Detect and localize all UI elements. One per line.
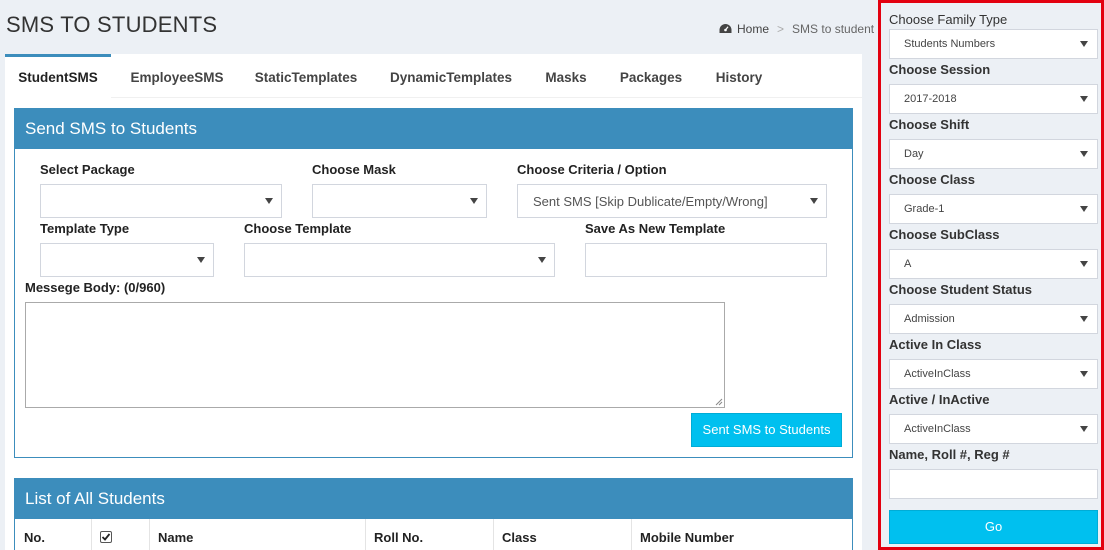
active-inactive-dropdown[interactable]: ActiveInClass — [889, 414, 1098, 444]
search-label: Name, Roll #, Reg # — [889, 447, 1010, 462]
active-inactive-label: Active / InActive — [889, 392, 990, 407]
page-title: SMS TO STUDENTS — [6, 12, 218, 37]
caret-down-icon — [265, 198, 273, 204]
template-type-label: Template Type — [40, 221, 130, 236]
breadcrumb: Home > SMS to student — [719, 22, 874, 36]
send-sms-panel-title: Send SMS to Students — [15, 109, 852, 149]
subclass-label: Choose SubClass — [889, 227, 1000, 242]
choose-criteria-label: Choose Criteria / Option — [517, 162, 667, 177]
caret-down-icon — [1080, 41, 1088, 47]
dashboard-icon — [719, 23, 732, 35]
caret-down-icon — [1080, 316, 1088, 322]
active-in-class-label: Active In Class — [889, 337, 982, 352]
checkbox-checked-icon — [100, 531, 112, 543]
caret-down-icon — [1080, 426, 1088, 432]
filter-sidebar: Choose Family Type Students Numbers Choo… — [878, 0, 1104, 550]
class-label: Choose Class — [889, 172, 975, 187]
caret-down-icon — [197, 257, 205, 263]
class-value: Grade-1 — [904, 203, 945, 215]
caret-down-icon — [1080, 371, 1088, 377]
column-header-mobile[interactable]: Mobile Number — [640, 530, 734, 545]
tab-packages[interactable]: Packages — [612, 54, 690, 98]
tab-employeesms[interactable]: EmployeeSMS — [122, 54, 232, 98]
select-package-dropdown[interactable] — [40, 184, 282, 218]
caret-down-icon — [1080, 261, 1088, 267]
active-inactive-value: ActiveInClass — [904, 423, 971, 435]
tab-bar: StudentSMS EmployeeSMS StaticTemplates D… — [5, 54, 862, 98]
column-header-class[interactable]: Class — [502, 530, 537, 545]
caret-down-icon — [1080, 206, 1088, 212]
choose-criteria-dropdown[interactable]: Sent SMS [Skip Dublicate/Empty/Wrong] — [517, 184, 827, 218]
active-in-class-dropdown[interactable]: ActiveInClass — [889, 359, 1098, 389]
caret-down-icon — [538, 257, 546, 263]
subclass-value: A — [904, 258, 912, 270]
caret-down-icon — [1080, 151, 1088, 157]
session-dropdown[interactable]: 2017-2018 — [889, 84, 1098, 114]
tab-masks[interactable]: Masks — [535, 54, 597, 98]
column-divider — [149, 519, 150, 550]
column-header-roll[interactable]: Roll No. — [374, 530, 423, 545]
column-header-name[interactable]: Name — [158, 530, 193, 545]
send-sms-button[interactable]: Sent SMS to Students — [691, 413, 842, 447]
family-type-label: Choose Family Type — [889, 12, 1008, 27]
caret-down-icon — [470, 198, 478, 204]
session-label: Choose Session — [889, 62, 991, 77]
active-in-class-value: ActiveInClass — [904, 368, 971, 380]
student-status-value: Admission — [904, 313, 955, 325]
search-input[interactable] — [889, 469, 1098, 499]
message-body-label: Messege Body: (0/960) — [25, 280, 166, 295]
column-divider — [631, 519, 632, 550]
template-type-dropdown[interactable] — [40, 243, 214, 277]
choose-criteria-value: Sent SMS [Skip Dublicate/Empty/Wrong] — [533, 193, 768, 209]
choose-template-label: Choose Template — [244, 221, 352, 236]
students-list-title: List of All Students — [15, 479, 852, 519]
shift-label: Choose Shift — [889, 117, 970, 132]
choose-template-dropdown[interactable] — [244, 243, 555, 277]
family-type-dropdown[interactable]: Students Numbers — [889, 29, 1098, 59]
save-template-input[interactable] — [585, 243, 827, 277]
family-type-value: Students Numbers — [904, 38, 996, 50]
caret-down-icon — [1080, 96, 1088, 102]
breadcrumb-separator: > — [777, 22, 785, 36]
subclass-dropdown[interactable]: A — [889, 249, 1098, 279]
column-divider — [365, 519, 366, 550]
shift-dropdown[interactable]: Day — [889, 139, 1098, 169]
select-package-label: Select Package — [40, 162, 135, 177]
breadcrumb-home-link[interactable]: Home — [737, 22, 769, 36]
student-status-label: Choose Student Status — [889, 282, 1033, 297]
caret-down-icon — [810, 198, 818, 204]
column-divider — [493, 519, 494, 550]
tab-studentsms[interactable]: StudentSMS — [5, 54, 111, 98]
resize-grip-icon[interactable] — [715, 398, 723, 406]
tab-statictemplates[interactable]: StaticTemplates — [246, 54, 366, 98]
breadcrumb-current: SMS to student — [792, 22, 875, 36]
student-status-dropdown[interactable]: Admission — [889, 304, 1098, 334]
session-value: 2017-2018 — [904, 93, 957, 105]
tab-history[interactable]: History — [705, 54, 773, 98]
column-header-no: No. — [24, 530, 45, 545]
save-template-label: Save As New Template — [585, 221, 726, 236]
choose-mask-dropdown[interactable] — [312, 184, 487, 218]
message-body-textarea[interactable] — [25, 302, 725, 408]
class-dropdown[interactable]: Grade-1 — [889, 194, 1098, 224]
tab-dynamictemplates[interactable]: DynamicTemplates — [381, 54, 521, 98]
choose-mask-label: Choose Mask — [312, 162, 396, 177]
shift-value: Day — [904, 148, 924, 160]
column-divider — [91, 519, 92, 550]
select-all-checkbox[interactable] — [100, 531, 112, 546]
go-button[interactable]: Go — [889, 510, 1098, 544]
